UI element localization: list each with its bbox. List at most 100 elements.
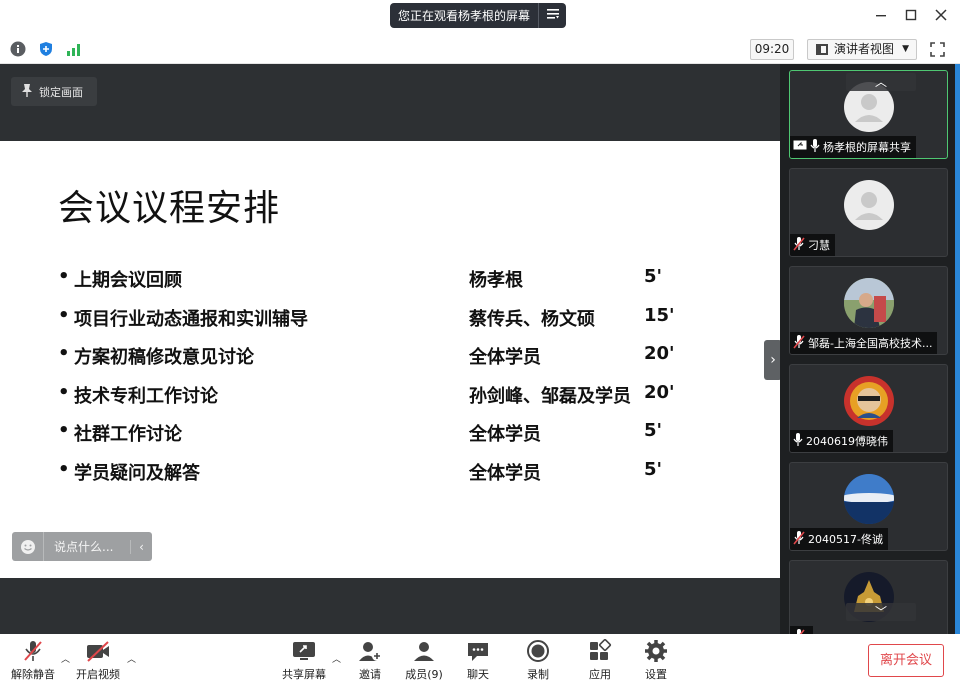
agenda-row: • 上期会议回顾 杨孝根 5'	[58, 266, 698, 296]
agenda-duration: 15'	[644, 305, 675, 326]
start-video-button[interactable]: 开启视频	[72, 639, 124, 682]
participant-tile[interactable]: ︿ 杨孝根的屏幕共享	[789, 70, 948, 159]
mic-muted-icon	[793, 530, 805, 548]
shield-icon[interactable]	[38, 41, 54, 57]
participant-label: 2040517-佟诚	[790, 528, 888, 550]
meeting-timer: 09:20	[750, 39, 794, 60]
agenda-topic: 学员疑问及解答	[74, 463, 200, 484]
chevron-up-icon[interactable]: ︿	[127, 652, 136, 665]
avatar	[844, 474, 894, 524]
title-bar: 您正在观看杨孝根的屏幕	[0, 0, 960, 34]
fullscreen-icon[interactable]	[930, 42, 945, 57]
shared-screen-area: 锁定画面 会议议程安排 • 上期会议回顾 杨孝根 5' • 项目行业动态通报和实…	[0, 64, 780, 634]
quick-chat-input[interactable]: 说点什么... ‹	[12, 532, 152, 561]
chat-label: 聊天	[467, 668, 489, 681]
share-banner[interactable]: 您正在观看杨孝根的屏幕	[390, 3, 566, 28]
unmute-button[interactable]: 解除静音	[8, 639, 58, 682]
record-button[interactable]: 录制	[520, 639, 556, 682]
agenda-speaker: 杨孝根	[469, 270, 523, 291]
agenda-topic: 上期会议回顾	[74, 270, 182, 291]
participant-tile[interactable]: 邹磊-上海全国高校技术...	[789, 266, 948, 355]
bullet: •	[58, 343, 70, 364]
agenda-row: • 项目行业动态通报和实训辅导 蔡传兵、杨文硕 15'	[58, 305, 698, 335]
meeting-toolbar: 解除静音 ︿ 开启视频 ︿ 共享屏幕 ︿ 邀请 成员(9) 聊天 录制 应用 设…	[0, 634, 960, 684]
agenda-speaker: 全体学员	[469, 424, 541, 445]
view-mode-label: 演讲者视图	[834, 42, 895, 56]
agenda-row: • 方案初稿修改意见讨论 全体学员 20'	[58, 343, 698, 373]
info-icon[interactable]	[10, 41, 26, 57]
invite-label: 邀请	[359, 668, 381, 681]
agenda-row: • 社群工作讨论 全体学员 5'	[58, 420, 698, 450]
participants-label: 成员(9)	[405, 668, 443, 681]
video-off-icon	[85, 639, 111, 663]
mic-muted-icon	[20, 639, 46, 663]
menu-lines-icon[interactable]	[539, 8, 566, 23]
participant-tile[interactable]: ﹀	[789, 560, 948, 634]
participant-tile[interactable]: 刁慧	[789, 168, 948, 257]
signal-icon[interactable]	[66, 41, 82, 57]
mic-muted-icon	[793, 334, 805, 352]
bullet: •	[58, 305, 70, 326]
agenda-row: • 技术专利工作讨论 孙剑峰、邹磊及学员 20'	[58, 382, 698, 412]
participant-tile[interactable]: 2040517-佟诚	[789, 462, 948, 551]
agenda-duration: 5'	[644, 459, 663, 480]
agenda-duration: 20'	[644, 343, 675, 364]
chat-button[interactable]: 聊天	[460, 639, 496, 682]
agenda-row: • 学员疑问及解答 全体学员 5'	[58, 459, 698, 489]
mic-icon	[793, 432, 803, 450]
leave-meeting-button[interactable]: 离开会议	[868, 644, 944, 677]
chevron-up-icon[interactable]: ︿	[61, 652, 70, 665]
participant-name: 2040619傅晓伟	[806, 435, 888, 448]
chevron-down-icon[interactable]: ﹀	[846, 603, 916, 621]
add-user-icon	[357, 639, 383, 663]
participant-label	[790, 626, 813, 634]
record-icon	[525, 639, 551, 663]
bullet: •	[58, 266, 70, 287]
agenda-topic: 社群工作讨论	[74, 424, 182, 445]
mic-icon	[810, 138, 820, 156]
avatar	[844, 180, 894, 230]
participant-label: 邹磊-上海全国高校技术...	[790, 332, 938, 354]
avatar	[844, 278, 894, 328]
chevron-down-icon: ▼	[902, 44, 909, 54]
participant-label: 杨孝根的屏幕共享	[790, 136, 916, 158]
maximize-icon[interactable]	[902, 8, 920, 26]
agenda-topic: 项目行业动态通报和实训辅导	[74, 309, 308, 330]
invite-button[interactable]: 邀请	[352, 639, 388, 682]
share-banner-text: 您正在观看杨孝根的屏幕	[398, 9, 531, 23]
lock-view-label: 锁定画面	[39, 85, 83, 99]
avatar	[844, 376, 894, 426]
bullet: •	[58, 382, 70, 403]
chevron-left-icon[interactable]: ‹	[130, 539, 152, 554]
speaker-view-icon	[816, 44, 828, 55]
chevron-up-icon[interactable]: ︿	[332, 652, 341, 665]
agenda-duration: 5'	[644, 266, 663, 287]
agenda-topic: 方案初稿修改意见讨论	[74, 347, 254, 368]
participants-icon	[411, 639, 437, 663]
share-screen-label: 共享屏幕	[282, 668, 326, 681]
gear-icon	[643, 639, 669, 663]
emoji-icon[interactable]	[12, 532, 44, 561]
bullet: •	[58, 420, 70, 441]
presentation-slide: 会议议程安排 • 上期会议回顾 杨孝根 5' • 项目行业动态通报和实训辅导 蔡…	[0, 141, 780, 578]
settings-button[interactable]: 设置	[638, 639, 674, 682]
minimize-icon[interactable]	[872, 8, 890, 26]
chevron-up-icon[interactable]: ︿	[846, 73, 916, 91]
participant-tile[interactable]: 2040619傅晓伟	[789, 364, 948, 453]
view-mode-dropdown[interactable]: 演讲者视图 ▼	[807, 39, 917, 60]
share-screen-button[interactable]: 共享屏幕	[280, 639, 328, 682]
apps-button[interactable]: 应用	[582, 638, 618, 682]
record-label: 录制	[527, 668, 549, 681]
participant-name: 刁慧	[808, 239, 830, 252]
participant-label: 2040619傅晓伟	[790, 430, 893, 452]
participants-button[interactable]: 成员(9)	[402, 639, 446, 682]
start-video-label: 开启视频	[76, 668, 120, 681]
lock-view-button[interactable]: 锁定画面	[11, 77, 97, 106]
participant-name: 2040517-佟诚	[808, 533, 883, 546]
agenda-duration: 20'	[644, 382, 675, 403]
apps-label: 应用	[589, 668, 611, 681]
unmute-label: 解除静音	[11, 668, 55, 681]
mic-muted-icon	[793, 236, 805, 254]
close-icon[interactable]	[932, 8, 950, 26]
agenda-speaker: 全体学员	[469, 347, 541, 368]
